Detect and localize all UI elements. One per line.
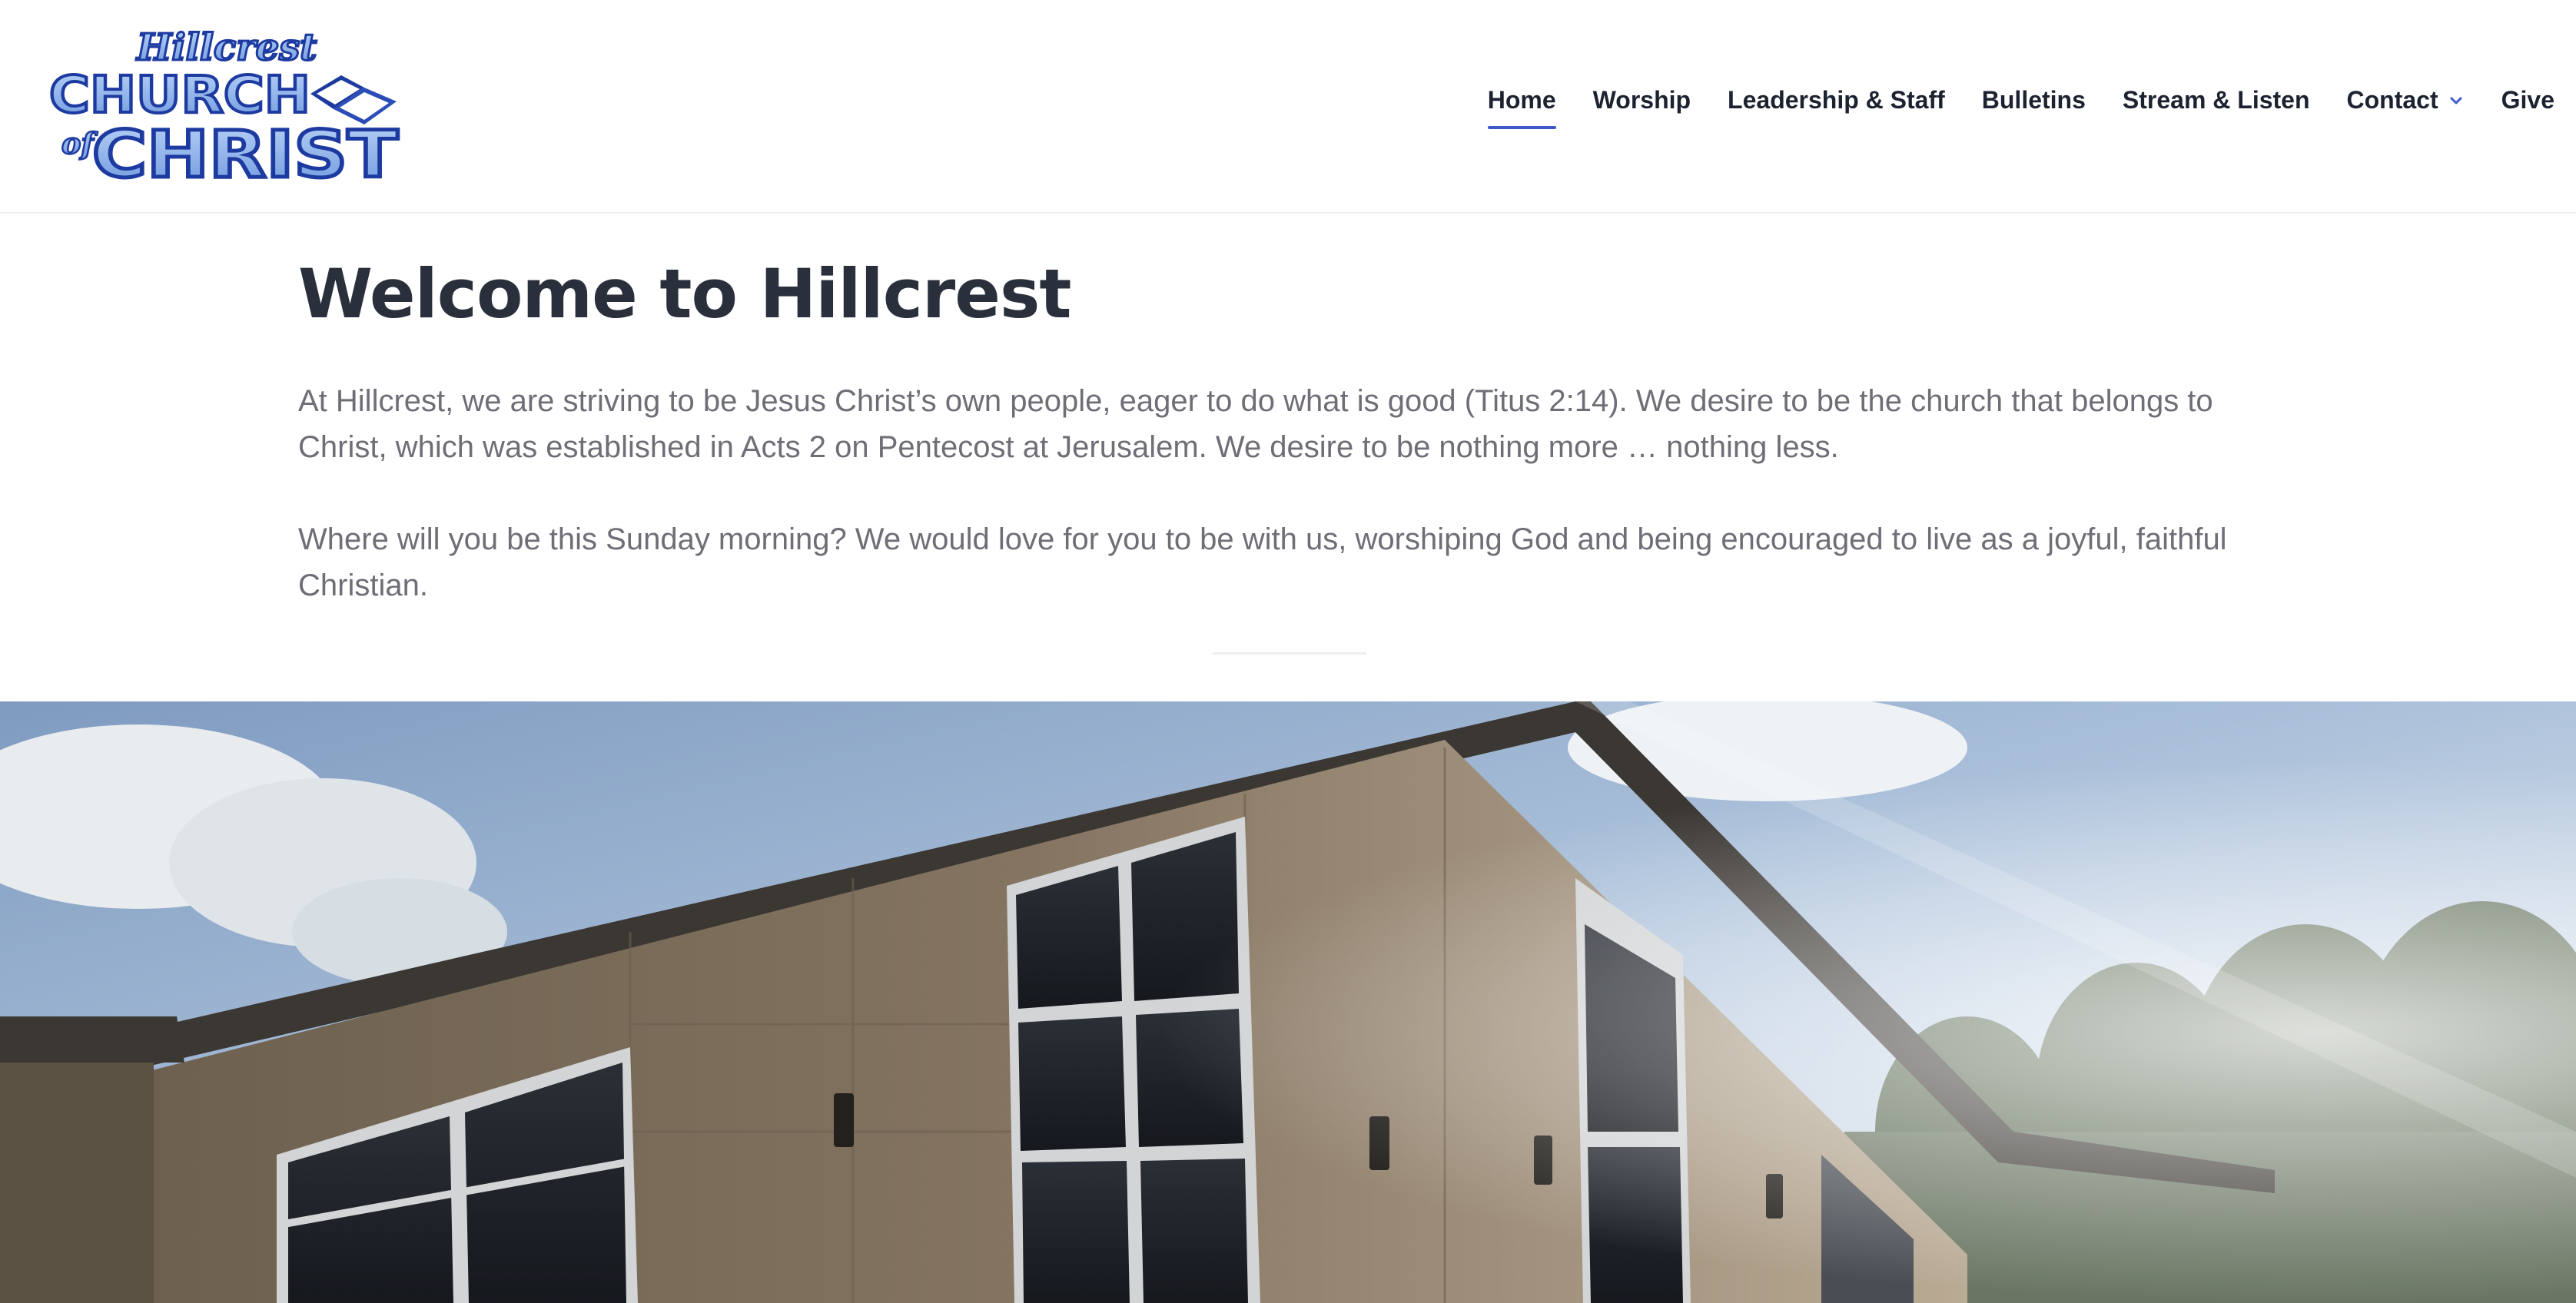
church-logo-icon: Hillcrest CHURCH of CHRIST: [48, 25, 400, 194]
nav-give-label: Give: [2501, 86, 2554, 114]
nav-contact[interactable]: Contact: [2347, 86, 2465, 114]
nav-contact-label: Contact: [2346, 86, 2438, 114]
nav-worship[interactable]: Worship: [1593, 86, 1691, 114]
nav-home[interactable]: Home: [1487, 86, 1556, 129]
svg-text:CHURCH: CHURCH: [49, 65, 310, 124]
svg-text:CHRIST: CHRIST: [92, 117, 398, 183]
site-header: Hillcrest CHURCH of CHRIST Home Worship …: [0, 0, 2576, 214]
nav-leadership-staff[interactable]: Leadership & Staff: [1728, 86, 1945, 114]
section-divider: [1213, 652, 1366, 655]
nav-leadership-staff-label: Leadership & Staff: [1728, 86, 1945, 114]
site-logo[interactable]: Hillcrest CHURCH of CHRIST: [45, 25, 406, 194]
svg-text:Hillcrest: Hillcrest: [135, 26, 317, 69]
church-building-photo: [0, 701, 2576, 1303]
nav-worship-label: Worship: [1592, 86, 1691, 114]
main-nav: Home Worship Leadership & Staff Bulletin…: [1451, 86, 2554, 132]
nav-bulletins[interactable]: Bulletins: [1982, 86, 2086, 114]
nav-stream-listen[interactable]: Stream & Listen: [2123, 86, 2310, 114]
intro-paragraph-1: At Hillcrest, we are striving to be Jesu…: [298, 384, 2213, 464]
intro-paragraph-2: Where will you be this Sunday morning? W…: [298, 522, 2227, 602]
page-title: Welcome to Hillcrest: [298, 254, 1071, 333]
hero-image: [0, 701, 2576, 1303]
chevron-down-icon: [2450, 97, 2462, 104]
nav-give[interactable]: Give: [2501, 86, 2554, 114]
nav-home-label: Home: [1487, 86, 1556, 114]
nav-bulletins-label: Bulletins: [1981, 86, 2086, 114]
nav-stream-listen-label: Stream & Listen: [2122, 86, 2310, 114]
